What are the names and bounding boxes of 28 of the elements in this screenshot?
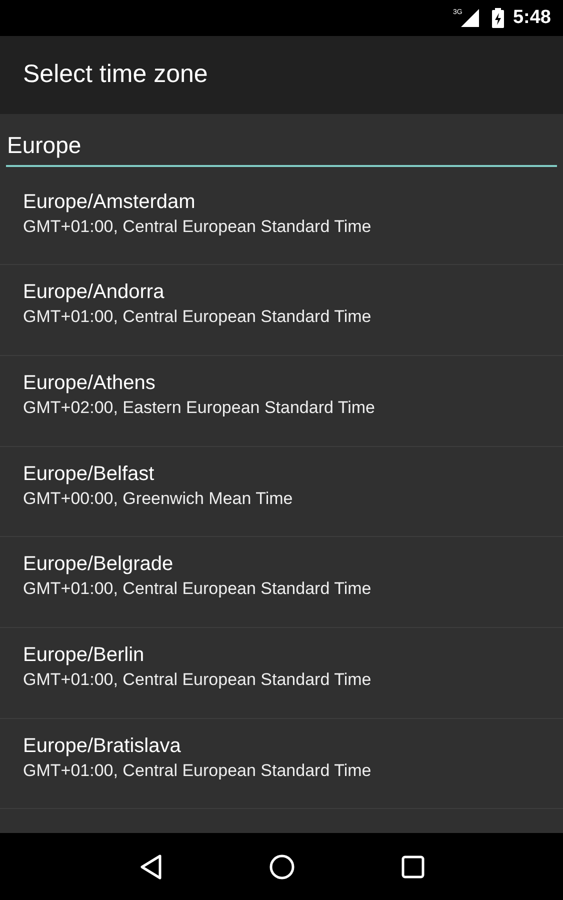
- timezone-name: Europe/Athens: [23, 370, 156, 396]
- timezone-item[interactable]: Europe/Bratislava GMT+01:00, Central European Standard Time: [0, 718, 563, 810]
- timezone-name: Europe/Amsterdam: [23, 190, 196, 214]
- timezone-offset: GMT+01:00, Central European Standard Time: [23, 306, 372, 328]
- timezone-name: Europe/Bratislava: [23, 734, 182, 759]
- back-icon[interactable]: [138, 854, 164, 880]
- timezone-name: Europe/Berlin: [23, 642, 146, 668]
- timezone-item[interactable]: Europe/Athens GMT+02:00, Eastern European Standard Time: [0, 356, 563, 447]
- battery-icon: [490, 7, 505, 29]
- clock-time: 5:48: [512, 6, 551, 30]
- timezone-item[interactable]: Europe/Belfast GMT+00:00, Greenwich Mean Time: [0, 446, 563, 538]
- timezone-name: Europe/Belfast: [23, 462, 156, 487]
- screen-title: Select time zone: [23, 59, 208, 90]
- timezone-offset: GMT+01:00, Central European Standard Time: [23, 760, 372, 782]
- search-field[interactable]: Europe: [6, 128, 557, 166]
- timezone-offset: GMT+00:00, Greenwich Mean Time: [23, 488, 294, 510]
- timezone-name: Europe/Andorra: [23, 280, 166, 306]
- timezone-offset: GMT+01:00, Central European Standard Time: [23, 668, 372, 691]
- timezone-offset: GMT+01:00, Central European Standard Time: [23, 216, 372, 238]
- timezone-item[interactable]: Europe/Belgrade GMT+01:00, Central European Standard Time: [0, 537, 563, 628]
- timezone-item[interactable]: Europe/Amsterdam GMT+01:00, Central European Standard Time: [0, 174, 563, 266]
- timezone-offset: GMT+01:00, Central European Standard Time: [23, 578, 372, 600]
- timezone-item[interactable]: Europe/Andorra GMT+01:00, Central European Standard Time: [0, 265, 563, 356]
- recents-icon[interactable]: [401, 854, 426, 878]
- timezone-name: Europe/Belgrade: [23, 552, 174, 578]
- timezone-offset: GMT+02:00, Eastern European Standard Time: [23, 396, 376, 419]
- timezone-item[interactable]: Europe/Berlin GMT+01:00, Central European Standard Time: [0, 628, 563, 719]
- home-icon[interactable]: [269, 854, 296, 880]
